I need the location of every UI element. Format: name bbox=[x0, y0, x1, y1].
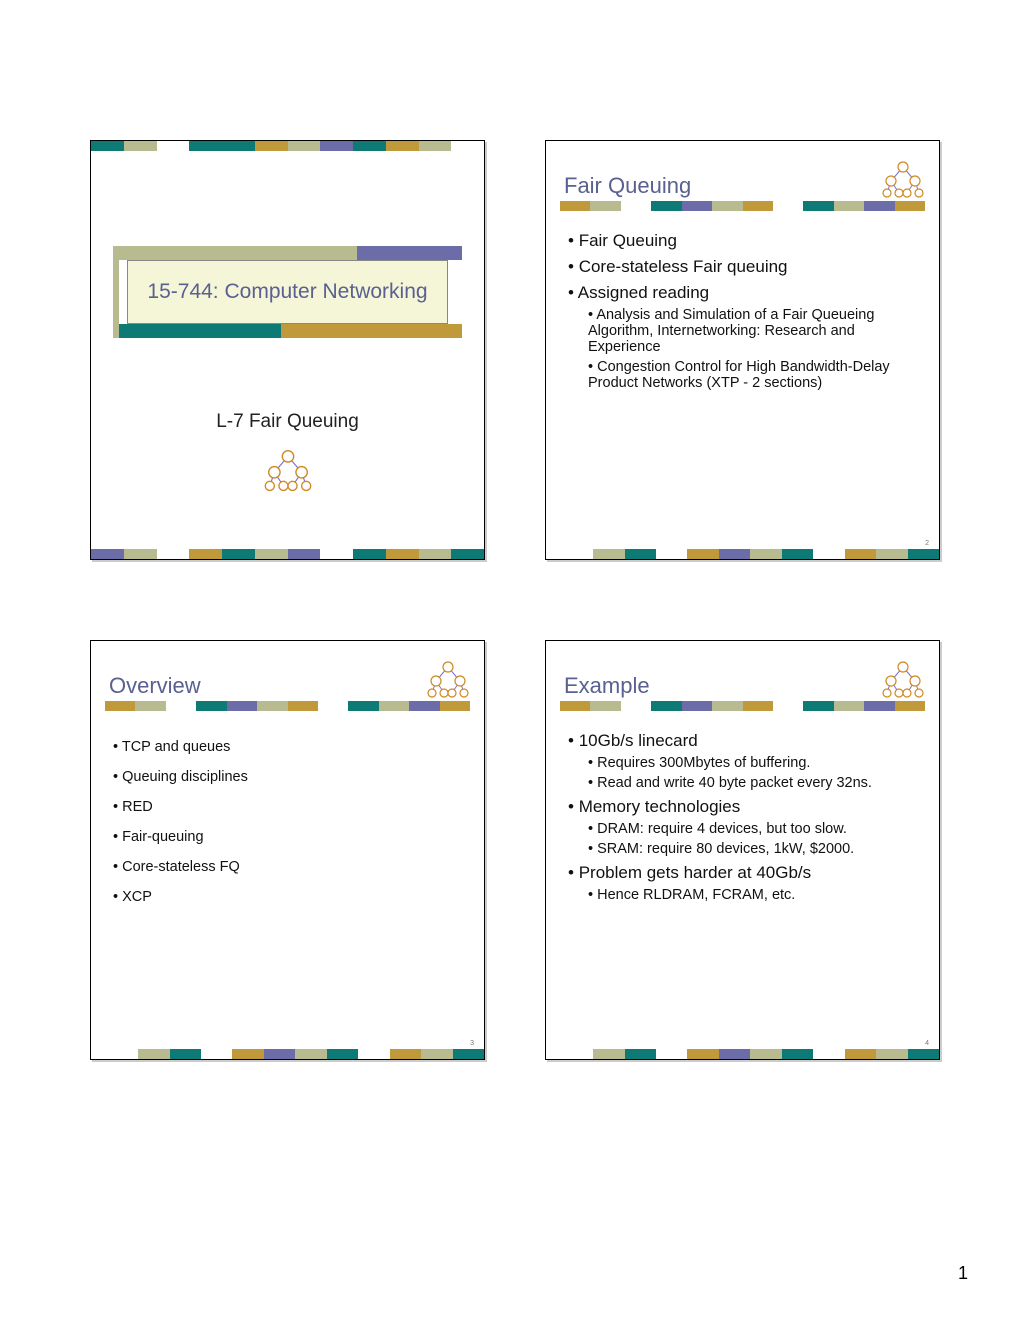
sub-bullet: Congestion Control for High Bandwidth-De… bbox=[588, 359, 921, 391]
slide-number: 3 bbox=[470, 1040, 474, 1047]
sub-bullet: DRAM: require 4 devices, but too slow. bbox=[588, 821, 921, 837]
bullet: Problem gets harder at 40Gb/s bbox=[568, 863, 921, 883]
decor-stripe bbox=[138, 1049, 484, 1059]
sub-bullet: Analysis and Simulation of a Fair Queuei… bbox=[588, 307, 921, 355]
bullet: XCP bbox=[113, 889, 466, 905]
bullet: Fair Queuing bbox=[568, 231, 921, 251]
bullet: Queuing disciplines bbox=[113, 769, 466, 785]
slide-content: Fair Queuing Core-stateless Fair queuing… bbox=[568, 225, 921, 535]
bullet: TCP and queues bbox=[113, 739, 466, 755]
bullet: Fair-queuing bbox=[113, 829, 466, 845]
slide-grid: 15-744: Computer Networking L-7 Fair Que… bbox=[0, 0, 1020, 1240]
bullet: Assigned reading bbox=[568, 283, 921, 303]
slide-content: 10Gb/s linecard Requires 300Mbytes of bu… bbox=[568, 725, 921, 1035]
slide-example: Example 10Gb/s linecard Requires 300Mbyt… bbox=[545, 640, 940, 1060]
bullet: Memory technologies bbox=[568, 797, 921, 817]
network-icon bbox=[881, 659, 925, 699]
bullet: 10Gb/s linecard bbox=[568, 731, 921, 751]
slide-title: Fair Queuing bbox=[564, 173, 691, 199]
decor-stripe bbox=[105, 701, 470, 711]
slide-number: 4 bbox=[925, 1040, 929, 1047]
decor-stripe bbox=[560, 701, 925, 711]
bullet: Core-stateless Fair queuing bbox=[568, 257, 921, 277]
sub-bullet: Requires 300Mbytes of buffering. bbox=[588, 755, 921, 771]
decor-stripe bbox=[560, 201, 925, 211]
slide-fair-queuing: Fair Queuing Fair Queuing Core-stateless… bbox=[545, 140, 940, 560]
title-box: 15-744: Computer Networking bbox=[113, 246, 462, 338]
slide-overview: Overview TCP and queues Queuing discipli… bbox=[90, 640, 485, 1060]
network-icon bbox=[881, 159, 925, 199]
course-title: 15-744: Computer Networking bbox=[127, 260, 448, 324]
network-icon bbox=[91, 447, 484, 493]
page-number: 1 bbox=[958, 1263, 968, 1284]
bullet: Core-stateless FQ bbox=[113, 859, 466, 875]
sub-bullet: Hence RLDRAM, FCRAM, etc. bbox=[588, 887, 921, 903]
network-icon bbox=[426, 659, 470, 699]
lecture-subtitle: L-7 Fair Queuing bbox=[91, 411, 484, 493]
bullet: RED bbox=[113, 799, 466, 815]
slide-title: Example bbox=[564, 673, 650, 699]
slide-number: 2 bbox=[925, 540, 929, 547]
decor-stripe bbox=[593, 1049, 939, 1059]
slide-content: TCP and queues Queuing disciplines RED F… bbox=[113, 725, 466, 1035]
decor-stripe bbox=[91, 141, 484, 151]
slide-title: Overview bbox=[109, 673, 201, 699]
slide-title: 15-744: Computer Networking L-7 Fair Que… bbox=[90, 140, 485, 560]
decor-stripe bbox=[91, 549, 484, 559]
decor-stripe bbox=[593, 549, 939, 559]
subtitle-text: L-7 Fair Queuing bbox=[216, 411, 359, 432]
sub-bullet: Read and write 40 byte packet every 32ns… bbox=[588, 775, 921, 791]
sub-bullet: SRAM: require 80 devices, 1kW, $2000. bbox=[588, 841, 921, 857]
